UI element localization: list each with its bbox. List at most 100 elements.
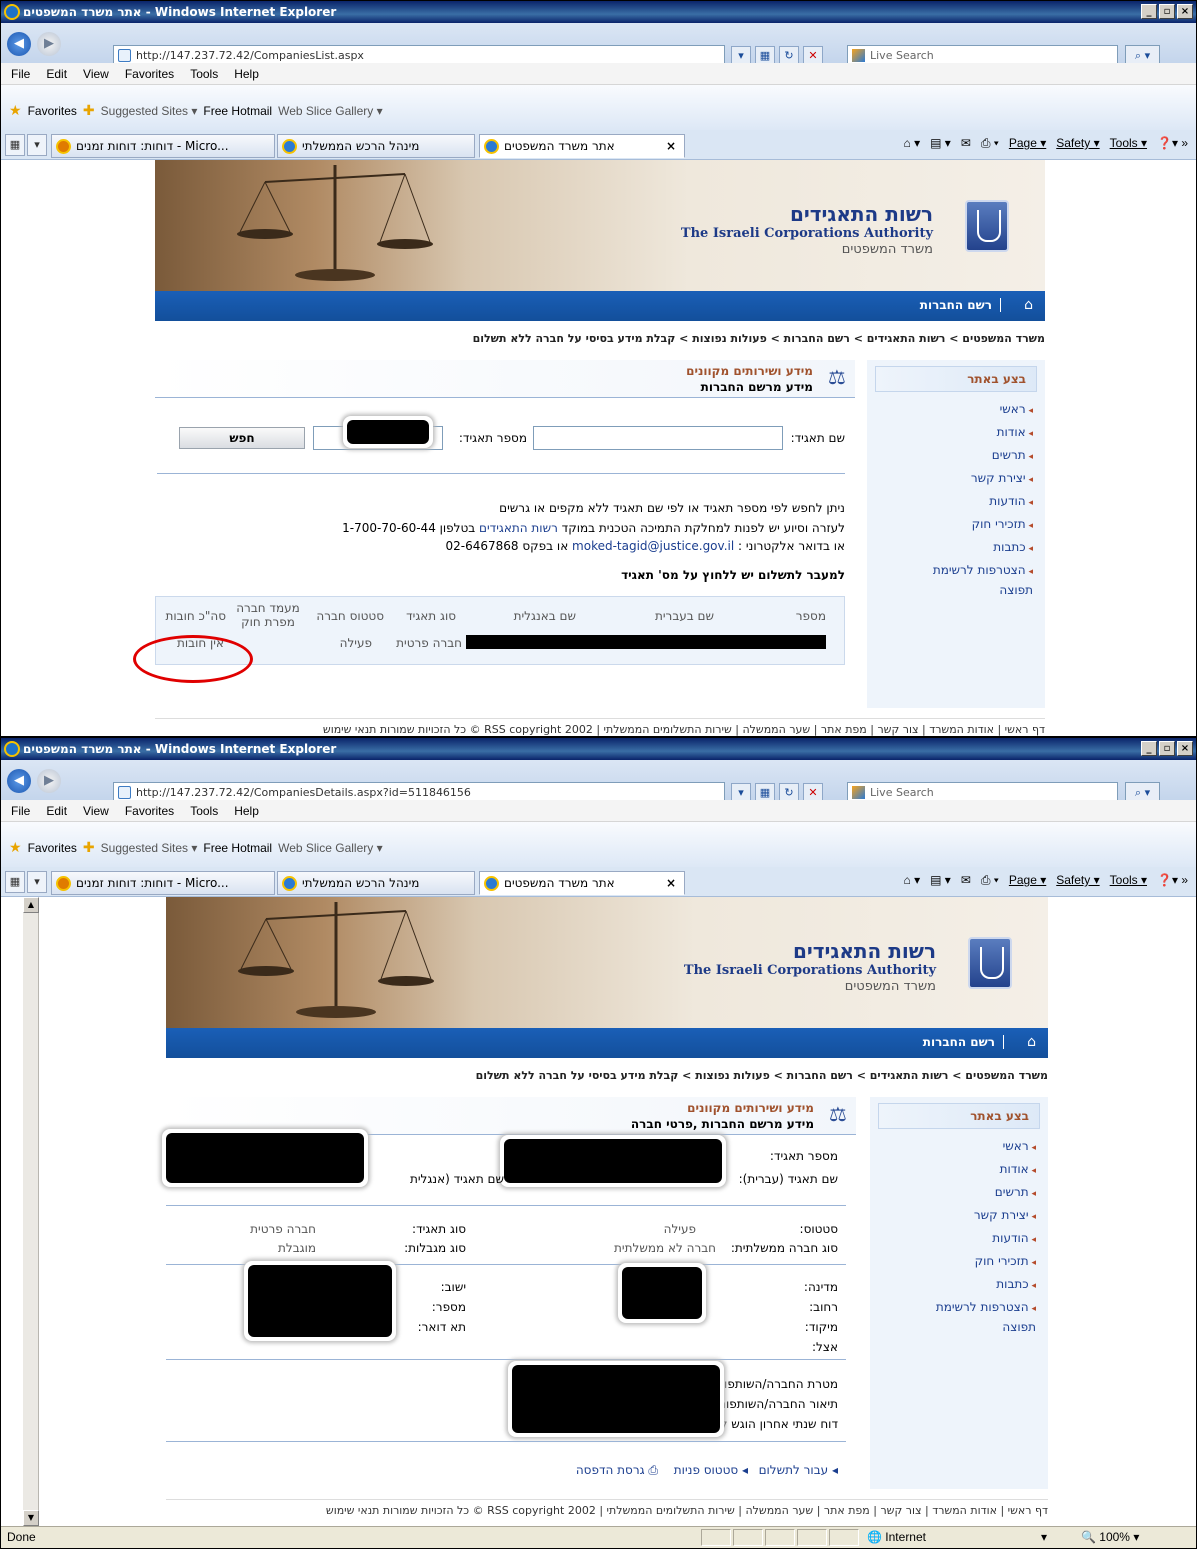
safety-menu[interactable]: Safety ▾: [1056, 873, 1099, 888]
sidebar-item-about[interactable]: אודות: [870, 1160, 1036, 1183]
menu-tools[interactable]: Tools: [190, 63, 218, 85]
home-icon[interactable]: ⌂ ▾: [904, 873, 921, 888]
minimize-button[interactable]: _: [1141, 4, 1157, 19]
print-version-link[interactable]: ⎙ גרסת הדפסה: [576, 1463, 658, 1478]
menu-edit[interactable]: Edit: [46, 800, 67, 822]
sidebar-item-memos[interactable]: תזכירי חוק: [867, 515, 1033, 538]
scroll-up-icon[interactable]: ▲: [23, 897, 39, 913]
sidebar-item-main[interactable]: ראשי: [870, 1137, 1036, 1160]
help-icon[interactable]: ❓▾ »: [1157, 136, 1188, 151]
sidebar-item-memos[interactable]: תזכירי חוק: [870, 1252, 1036, 1275]
print-icon[interactable]: ⎙ ▾: [981, 136, 999, 151]
suggested-sites[interactable]: Suggested Sites ▾: [101, 841, 198, 855]
site-footer[interactable]: דף ראשי | אודות המשרד | צור קשר | מפת את…: [166, 1499, 1048, 1517]
sidebar-item-contact[interactable]: יצירת קשר: [870, 1206, 1036, 1229]
favorites-button[interactable]: Favorites: [28, 841, 77, 855]
close-tab-icon[interactable]: ×: [666, 872, 676, 894]
command-bar: ⌂ ▾ ▤ ▾ ✉ ⎙ ▾ Page ▾ Safety ▾ Tools ▾ ❓▾ »: [904, 136, 1189, 151]
tab-reports[interactable]: דוחות: דוחות זמנים - Micro...: [51, 134, 275, 158]
help-icon[interactable]: ❓▾ »: [1157, 873, 1188, 888]
sidebar-item-about[interactable]: אודות: [867, 423, 1033, 446]
number-label: מספר תאגיד:: [769, 1149, 838, 1163]
tab-justice-active[interactable]: אתר משרד המשפטים ×: [479, 134, 685, 158]
sidebar-item-articles[interactable]: כתבות: [870, 1275, 1036, 1298]
home-icon[interactable]: ⌂ ▾: [904, 136, 921, 151]
tools-menu[interactable]: Tools ▾: [1110, 873, 1147, 888]
tab-justice-active[interactable]: אתר משרד המשפטים ×: [479, 871, 685, 895]
sidebar-item-mailing[interactable]: הצטרפות לרשימת תפוצה: [913, 561, 1033, 597]
sidebar-item-main[interactable]: ראשי: [867, 400, 1033, 423]
menu-help[interactable]: Help: [234, 63, 259, 85]
tab-reports[interactable]: דוחות: דוחות זמנים - Micro...: [51, 871, 275, 895]
scroll-down-icon[interactable]: ▼: [23, 1510, 39, 1526]
add-favorite-icon[interactable]: ✚: [83, 839, 95, 856]
tab-list-icon[interactable]: ▾: [27, 134, 47, 156]
forward-button[interactable]: ▶: [37, 769, 61, 793]
vertical-scrollbar[interactable]: ▲ ▼: [23, 897, 39, 1526]
site-footer[interactable]: דף ראשי | אודות המשרד | צור קשר | מפת את…: [155, 718, 1045, 736]
menu-favorites[interactable]: Favorites: [125, 63, 174, 85]
home-icon[interactable]: ⌂: [1027, 1034, 1036, 1050]
sidebar-item-mailing[interactable]: הצטרפות לרשימת תפוצה: [916, 1298, 1036, 1334]
web-slice-gallery[interactable]: Web Slice Gallery ▾: [278, 104, 383, 118]
nav-registry[interactable]: רשם החברות: [910, 298, 1001, 312]
company-name-input[interactable]: [533, 426, 783, 450]
status-requests-link[interactable]: ◂ סטטוס פניות: [674, 1463, 748, 1477]
tools-menu[interactable]: Tools ▾: [1110, 136, 1147, 151]
search-button[interactable]: חפש: [179, 427, 305, 449]
tab-list-icon[interactable]: ▾: [27, 871, 47, 893]
pay-link[interactable]: ◂ עבור לתשלום: [759, 1463, 838, 1477]
nav-registry[interactable]: רשם החברות: [913, 1035, 1004, 1049]
menu-file[interactable]: File: [11, 63, 30, 85]
sidebar-item-articles[interactable]: כתבות: [867, 538, 1033, 561]
close-button[interactable]: ×: [1177, 4, 1193, 19]
favorites-button[interactable]: Favorites: [28, 104, 77, 118]
breadcrumb[interactable]: משרד המשפטים > רשות התאגידים > רשם החברו…: [473, 332, 1045, 345]
close-tab-icon[interactable]: ×: [666, 135, 676, 157]
back-button[interactable]: ◀: [7, 769, 31, 793]
menu-tools[interactable]: Tools: [190, 800, 218, 822]
menu-favorites[interactable]: Favorites: [125, 800, 174, 822]
tab-procurement[interactable]: מינהל הרכש הממשלתי: [277, 871, 475, 895]
web-slice-gallery[interactable]: Web Slice Gallery ▾: [278, 841, 383, 855]
free-hotmail-link[interactable]: Free Hotmail: [203, 841, 272, 855]
zoom-control[interactable]: 🔍 100% ▾: [1081, 1527, 1139, 1547]
home-icon[interactable]: ⌂: [1024, 297, 1033, 313]
print-icon[interactable]: ⎙ ▾: [981, 873, 999, 888]
email-link[interactable]: moked-tagid@justice.gov.il: [572, 539, 734, 553]
page-menu[interactable]: Page ▾: [1009, 136, 1046, 151]
mail-icon[interactable]: ✉: [961, 873, 971, 888]
sidebar-item-chart[interactable]: תרשים: [870, 1183, 1036, 1206]
suggested-sites[interactable]: Suggested Sites ▾: [101, 104, 198, 118]
menu-help[interactable]: Help: [234, 800, 259, 822]
quick-tabs-icon[interactable]: ▦: [5, 871, 25, 893]
menu-edit[interactable]: Edit: [46, 63, 67, 85]
page-menu[interactable]: Page ▾: [1009, 873, 1046, 888]
sidebar-item-news[interactable]: הודעות: [867, 492, 1033, 515]
authority-link[interactable]: רשות התאגידים: [479, 521, 558, 535]
menu-view[interactable]: View: [83, 63, 109, 85]
protected-mode-icon[interactable]: ▾: [1041, 1527, 1047, 1547]
quick-tabs-icon[interactable]: ▦: [5, 134, 25, 156]
add-favorite-icon[interactable]: ✚: [83, 102, 95, 119]
maximize-button[interactable]: ▫: [1159, 741, 1175, 756]
menu-view[interactable]: View: [83, 800, 109, 822]
tab-procurement[interactable]: מינהל הרכש הממשלתי: [277, 134, 475, 158]
minimize-button[interactable]: _: [1141, 741, 1157, 756]
sidebar-item-chart[interactable]: תרשים: [867, 446, 1033, 469]
breadcrumb[interactable]: משרד המשפטים > רשות התאגידים > רשם החברו…: [476, 1069, 1048, 1082]
feeds-icon[interactable]: ▤ ▾: [930, 136, 951, 151]
forward-button[interactable]: ▶: [37, 32, 61, 56]
free-hotmail-link[interactable]: Free Hotmail: [203, 104, 272, 118]
favorites-bar: ★ Favorites ✚ Suggested Sites ▾ Free Hot…: [1, 85, 1196, 130]
sidebar-item-contact[interactable]: יצירת קשר: [867, 469, 1033, 492]
close-button[interactable]: ×: [1177, 741, 1193, 756]
menu-file[interactable]: File: [11, 800, 30, 822]
sidebar-item-news[interactable]: הודעות: [870, 1229, 1036, 1252]
zone-indicator[interactable]: 🌐 Internet: [867, 1527, 926, 1547]
safety-menu[interactable]: Safety ▾: [1056, 136, 1099, 151]
mail-icon[interactable]: ✉: [961, 136, 971, 151]
feeds-icon[interactable]: ▤ ▾: [930, 873, 951, 888]
maximize-button[interactable]: ▫: [1159, 4, 1175, 19]
back-button[interactable]: ◀: [7, 32, 31, 56]
